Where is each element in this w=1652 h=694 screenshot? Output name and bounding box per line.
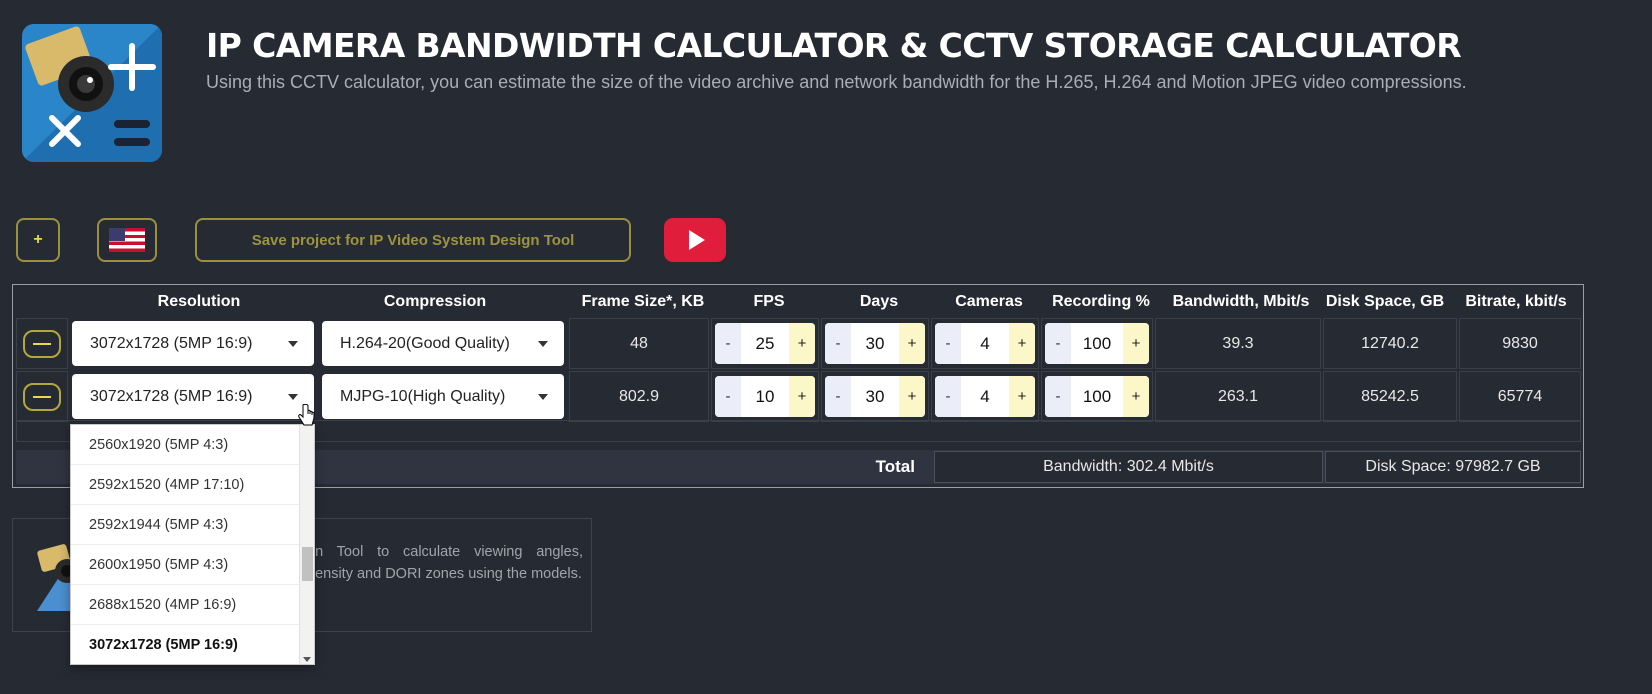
app-logo	[22, 24, 162, 162]
col-header-bitrate: Bitrate, kbit/s	[1465, 293, 1567, 310]
youtube-button[interactable]	[664, 218, 726, 262]
bandwidth-value: 263.1	[1155, 371, 1321, 422]
page-subtitle: Using this CCTV calculator, you can esti…	[206, 72, 1467, 92]
recording-value[interactable]: 100	[1071, 376, 1123, 417]
total-bandwidth: Bandwidth: 302.4 Mbit/s	[934, 451, 1323, 483]
bitrate-value: 9830	[1459, 318, 1581, 369]
dropdown-option[interactable]: 2592x1944 (5MP 4:3)	[71, 505, 301, 545]
dropdown-option[interactable]: 2592x1520 (4MP 17:10)	[71, 465, 301, 505]
language-button[interactable]	[97, 218, 157, 262]
add-row-button[interactable]: +	[16, 218, 60, 262]
dropdown-option-selected[interactable]: 3072x1728 (5MP 16:9)	[71, 625, 301, 664]
compression-value: H.264-20(Good Quality)	[340, 334, 510, 352]
col-header-bandwidth: Bandwidth, Mbit/s	[1172, 293, 1310, 310]
recording-stepper[interactable]: - 100 +	[1045, 323, 1149, 364]
days-stepper[interactable]: - 30 +	[825, 323, 925, 364]
save-project-button[interactable]: Save project for IP Video System Design …	[195, 218, 631, 262]
days-increment-button[interactable]: +	[899, 376, 925, 417]
recording-decrement-button[interactable]: -	[1045, 376, 1071, 417]
fps-value[interactable]: 25	[741, 323, 789, 364]
days-increment-button[interactable]: +	[899, 323, 925, 364]
caret-down-icon	[538, 394, 548, 400]
cameras-value[interactable]: 4	[961, 323, 1009, 364]
cameras-increment-button[interactable]: +	[1009, 323, 1035, 364]
compression-select[interactable]: MJPG-10(High Quality)	[322, 374, 564, 419]
cameras-value[interactable]: 4	[961, 376, 1009, 417]
fps-increment-button[interactable]: +	[789, 376, 815, 417]
cameras-increment-button[interactable]: +	[1009, 376, 1035, 417]
hand-cursor-icon	[298, 403, 316, 433]
compression-select[interactable]: H.264-20(Good Quality)	[322, 321, 564, 366]
scrollbar-thumb[interactable]	[302, 547, 313, 581]
days-decrement-button[interactable]: -	[825, 323, 851, 364]
caret-down-icon	[288, 394, 298, 400]
resolution-dropdown-list[interactable]: 2560x1920 (5MP 4:3) 2592x1520 (4MP 17:10…	[70, 424, 315, 665]
compression-value: MJPG-10(High Quality)	[340, 387, 506, 405]
us-flag-icon	[109, 228, 145, 252]
remove-row-button[interactable]	[23, 329, 61, 358]
col-header-cameras: Cameras	[955, 293, 1023, 310]
fps-stepper[interactable]: - 25 +	[715, 323, 815, 364]
frame-size-value: 48	[569, 318, 709, 369]
bandwidth-value: 39.3	[1155, 318, 1321, 369]
col-header-compression: Compression	[383, 293, 487, 310]
col-header-resolution: Resolution	[157, 293, 241, 310]
resolution-value: 3072x1728 (5MP 16:9)	[90, 387, 253, 405]
dropdown-option[interactable]: 2600x1950 (5MP 4:3)	[71, 545, 301, 585]
cameras-stepper[interactable]: - 4 +	[935, 376, 1035, 417]
dropdown-scrollbar[interactable]	[299, 425, 314, 664]
disk-space-value: 85242.5	[1323, 371, 1457, 422]
table-row: 3072x1728 (5MP 16:9) MJPG-10(High Qualit…	[16, 371, 1581, 422]
recording-value[interactable]: 100	[1071, 323, 1123, 364]
frame-size-value: 802.9	[569, 371, 709, 422]
fps-value[interactable]: 10	[741, 376, 789, 417]
resolution-select[interactable]: 3072x1728 (5MP 16:9)	[72, 374, 314, 419]
fps-increment-button[interactable]: +	[789, 323, 815, 364]
col-header-frame-size: Frame Size*, KB	[581, 293, 705, 310]
col-header-days: Days	[859, 293, 899, 310]
fps-decrement-button[interactable]: -	[715, 376, 741, 417]
resolution-select[interactable]: 3072x1728 (5MP 16:9)	[72, 321, 314, 366]
promo-text: gn Tool to calculate viewing angles, den…	[307, 544, 583, 582]
scroll-down-icon[interactable]	[303, 657, 311, 662]
fps-stepper[interactable]: - 10 +	[715, 376, 815, 417]
bitrate-value: 65774	[1459, 371, 1581, 422]
table-row: 3072x1728 (5MP 16:9) H.264-20(Good Quali…	[16, 318, 1581, 369]
total-disk-space: Disk Space: 97982.7 GB	[1325, 451, 1581, 483]
days-value[interactable]: 30	[851, 323, 899, 364]
resolution-value: 3072x1728 (5MP 16:9)	[90, 334, 253, 352]
caret-down-icon	[538, 341, 548, 347]
recording-decrement-button[interactable]: -	[1045, 323, 1071, 364]
days-stepper[interactable]: - 30 +	[825, 376, 925, 417]
col-header-disk-space: Disk Space, GB	[1325, 293, 1445, 310]
dropdown-option[interactable]: 2688x1520 (4MP 16:9)	[71, 585, 301, 625]
days-value[interactable]: 30	[851, 376, 899, 417]
play-icon	[689, 230, 705, 250]
dropdown-option[interactable]: 2560x1920 (5MP 4:3)	[71, 425, 301, 465]
remove-row-button[interactable]	[23, 382, 61, 411]
disk-space-value: 12740.2	[1323, 318, 1457, 369]
col-header-fps: FPS	[753, 293, 785, 310]
col-header-recording: Recording %	[1052, 293, 1150, 310]
page-title: IP CAMERA BANDWIDTH CALCULATOR & CCTV ST…	[206, 26, 1462, 65]
recording-increment-button[interactable]: +	[1123, 376, 1149, 417]
cameras-decrement-button[interactable]: -	[935, 376, 961, 417]
cameras-decrement-button[interactable]: -	[935, 323, 961, 364]
recording-stepper[interactable]: - 100 +	[1045, 376, 1149, 417]
cameras-stepper[interactable]: - 4 +	[935, 323, 1035, 364]
caret-down-icon	[288, 341, 298, 347]
days-decrement-button[interactable]: -	[825, 376, 851, 417]
recording-increment-button[interactable]: +	[1123, 323, 1149, 364]
fps-decrement-button[interactable]: -	[715, 323, 741, 364]
